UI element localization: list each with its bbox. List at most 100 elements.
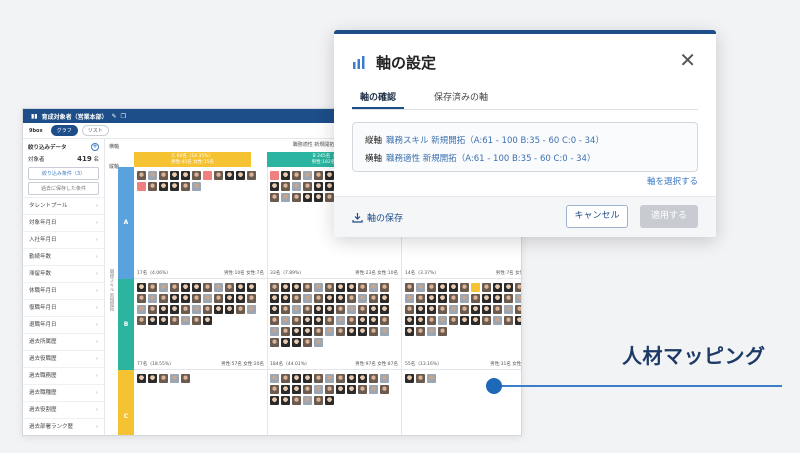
employee-avatar[interactable]: [281, 374, 290, 383]
employee-avatar[interactable]: [336, 316, 345, 325]
employee-avatar[interactable]: [504, 305, 513, 314]
employee-avatar[interactable]: [347, 305, 356, 314]
employee-avatar[interactable]: [203, 283, 212, 292]
tab-graph[interactable]: グラフ: [50, 125, 78, 136]
employee-avatar[interactable]: [148, 171, 157, 180]
employee-avatar[interactable]: [303, 396, 312, 405]
employee-avatar[interactable]: [181, 316, 190, 325]
employee-avatar[interactable]: [427, 305, 436, 314]
employee-avatar[interactable]: [247, 305, 256, 314]
employee-avatar[interactable]: [225, 283, 234, 292]
employee-avatar[interactable]: [325, 327, 334, 336]
grid-cell[interactable]: 28名(6.60%)男性:12名 女性:16名: [267, 370, 402, 435]
employee-avatar[interactable]: [427, 374, 436, 383]
employee-avatar[interactable]: [181, 374, 190, 383]
filter-item[interactable]: 対象年月日 ›: [23, 214, 104, 231]
employee-avatar[interactable]: [314, 182, 323, 191]
filter-item[interactable]: 過去役割歴 ›: [23, 401, 104, 418]
employee-avatar[interactable]: [405, 283, 414, 292]
employee-avatar[interactable]: [336, 283, 345, 292]
employee-avatar[interactable]: [336, 374, 345, 383]
grid-cell[interactable]: 5名(1.20%)男性:4名 女性:1名: [402, 370, 521, 435]
employee-avatar[interactable]: [449, 316, 458, 325]
employee-avatar[interactable]: [270, 316, 279, 325]
employee-avatar[interactable]: [170, 305, 179, 314]
employee-avatar[interactable]: [438, 305, 447, 314]
employee-avatar[interactable]: [247, 294, 256, 303]
employee-avatar[interactable]: [347, 294, 356, 303]
employee-avatar[interactable]: [482, 294, 491, 303]
employee-avatar[interactable]: [303, 283, 312, 292]
cancel-button[interactable]: キャンセル: [566, 205, 628, 228]
employee-avatar[interactable]: [203, 316, 212, 325]
filter-item[interactable]: 過去職務歴 ›: [23, 367, 104, 384]
employee-avatar[interactable]: [416, 327, 425, 336]
employee-avatar[interactable]: [170, 171, 179, 180]
employee-avatar[interactable]: [369, 316, 378, 325]
employee-avatar[interactable]: [358, 316, 367, 325]
employee-avatar[interactable]: [247, 171, 256, 180]
employee-avatar[interactable]: [148, 305, 157, 314]
tab-saved-axes[interactable]: 保存済みの軸: [426, 88, 496, 109]
employee-avatar[interactable]: [170, 283, 179, 292]
employee-avatar[interactable]: [181, 283, 190, 292]
employee-avatar[interactable]: [225, 294, 234, 303]
employee-avatar[interactable]: [314, 171, 323, 180]
employee-avatar[interactable]: [292, 396, 301, 405]
employee-avatar[interactable]: [314, 374, 323, 383]
grid-cell[interactable]: 5名(1.20%)男性:3名 女性:2名: [134, 370, 268, 435]
employee-avatar[interactable]: [214, 294, 223, 303]
employee-avatar[interactable]: [225, 305, 234, 314]
employee-avatar[interactable]: [405, 305, 414, 314]
employee-avatar[interactable]: [137, 294, 146, 303]
employee-avatar[interactable]: [325, 283, 334, 292]
employee-avatar[interactable]: [438, 316, 447, 325]
filter-item[interactable]: 勤続年数 ›: [23, 248, 104, 265]
employee-avatar[interactable]: [314, 385, 323, 394]
employee-avatar[interactable]: [358, 374, 367, 383]
employee-avatar[interactable]: [303, 374, 312, 383]
employee-avatar[interactable]: [203, 305, 212, 314]
employee-avatar[interactable]: [181, 171, 190, 180]
employee-avatar[interactable]: [427, 283, 436, 292]
employee-avatar[interactable]: [303, 327, 312, 336]
employee-avatar[interactable]: [281, 385, 290, 394]
employee-avatar[interactable]: [358, 294, 367, 303]
employee-avatar[interactable]: [303, 193, 312, 202]
employee-avatar[interactable]: [405, 294, 414, 303]
employee-avatar[interactable]: [181, 305, 190, 314]
employee-avatar[interactable]: [214, 283, 223, 292]
grid-cell[interactable]: 184名 (44.01%) 男性:97名 女性:87名: [267, 279, 402, 370]
employee-avatar[interactable]: [416, 374, 425, 383]
employee-avatar[interactable]: [281, 316, 290, 325]
employee-avatar[interactable]: [493, 283, 502, 292]
filter-item[interactable]: タレントプール ›: [23, 197, 104, 214]
employee-avatar[interactable]: [236, 294, 245, 303]
employee-avatar[interactable]: [460, 305, 469, 314]
employee-avatar[interactable]: [292, 182, 301, 191]
employee-avatar[interactable]: [405, 316, 414, 325]
employee-avatar[interactable]: [192, 171, 201, 180]
employee-avatar[interactable]: [137, 283, 146, 292]
employee-avatar[interactable]: [292, 374, 301, 383]
employee-avatar[interactable]: [170, 294, 179, 303]
employee-avatar[interactable]: [292, 316, 301, 325]
employee-avatar[interactable]: [438, 294, 447, 303]
employee-avatar[interactable]: [471, 305, 480, 314]
employee-avatar[interactable]: [137, 316, 146, 325]
employee-avatar[interactable]: [203, 294, 212, 303]
filter-conditions-button[interactable]: 絞り込み条件（3）: [28, 167, 99, 180]
employee-avatar[interactable]: [504, 283, 513, 292]
employee-avatar[interactable]: [449, 283, 458, 292]
employee-avatar[interactable]: [438, 327, 447, 336]
employee-avatar[interactable]: [347, 385, 356, 394]
employee-avatar[interactable]: [336, 305, 345, 314]
employee-avatar[interactable]: [281, 294, 290, 303]
employee-avatar[interactable]: [471, 294, 480, 303]
employee-avatar[interactable]: [314, 396, 323, 405]
filter-item[interactable]: 過去所属歴 ›: [23, 333, 104, 350]
employee-avatar[interactable]: [347, 316, 356, 325]
employee-avatar[interactable]: [325, 182, 334, 191]
employee-avatar[interactable]: [292, 283, 301, 292]
employee-avatar[interactable]: [449, 305, 458, 314]
